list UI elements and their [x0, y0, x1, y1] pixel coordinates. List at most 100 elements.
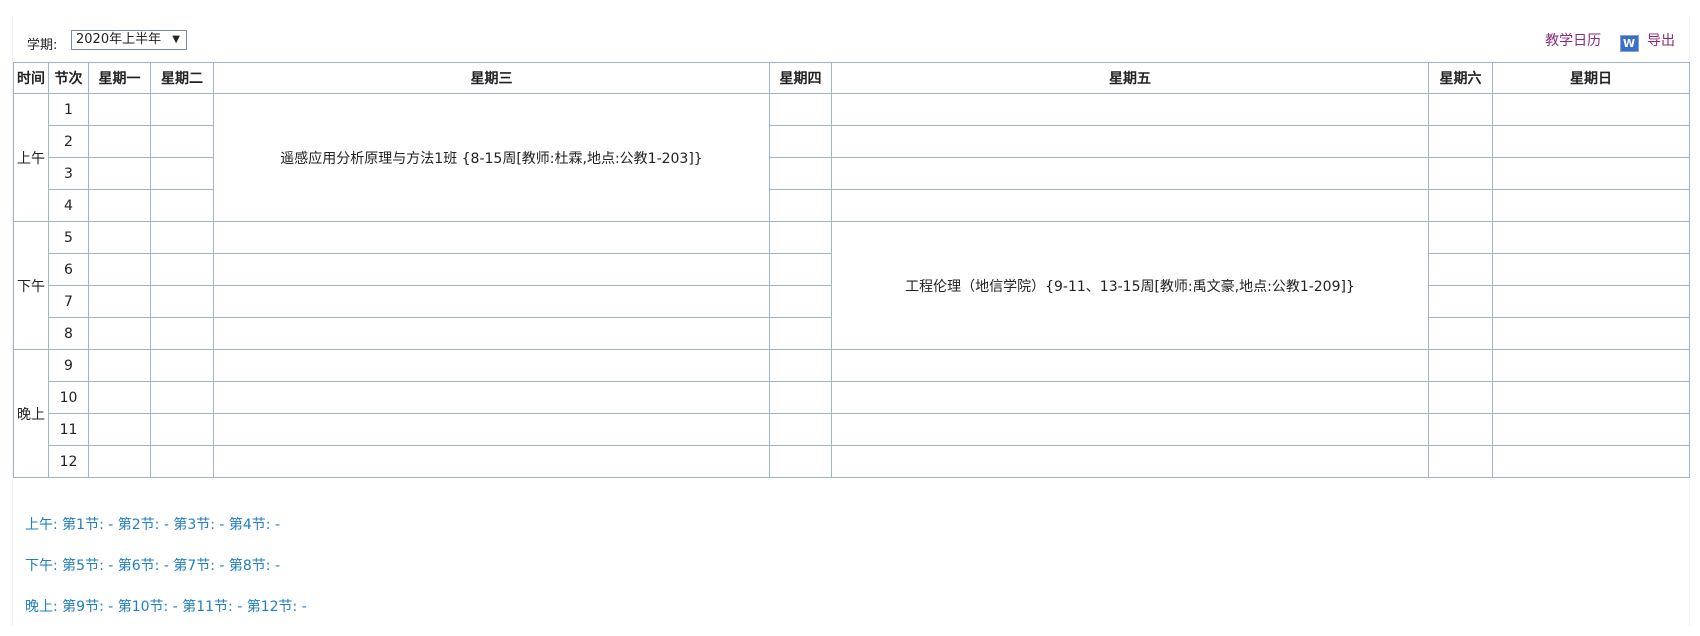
table-row: 下午 5 工程伦理（地信学院）{9-11、13-15周[教师:禹文豪,地点:公教…	[13, 221, 1690, 350]
cell-fri	[831, 93, 1429, 126]
header-wed: 星期三	[213, 62, 770, 94]
session-morning: 上午	[13, 93, 49, 222]
timetable-panel: 学期: 2020年上半年 ▼ 教学日历 W 导出 时间 节次 星期一 星期二 星…	[12, 18, 1690, 626]
period-cell: 11	[48, 413, 89, 446]
cell-sat	[1428, 349, 1493, 382]
cell-sat	[1428, 445, 1493, 478]
cell-tue	[150, 189, 214, 222]
period-cell: 6	[48, 253, 89, 286]
cell-sat	[1428, 253, 1493, 286]
course-wed[interactable]: 遥感应用分析原理与方法1班 {8-15周[教师:杜霖,地点:公教1-203]}	[213, 93, 770, 222]
period-cell: 5	[48, 221, 89, 254]
cell-thu	[769, 253, 832, 286]
cell-tue	[150, 445, 214, 478]
cell-thu	[769, 125, 832, 158]
cell-mon	[88, 349, 151, 382]
term-label: 学期:	[27, 38, 58, 53]
cell-thu	[769, 381, 832, 414]
cell-mon	[88, 189, 151, 222]
session-afternoon: 下午	[13, 221, 49, 350]
cell-sun	[1492, 93, 1690, 126]
cell-tue	[150, 349, 214, 382]
table-row: 12	[14, 445, 1690, 478]
cell-wed	[213, 349, 770, 382]
cell-sat	[1428, 125, 1493, 158]
cell-sat	[1428, 317, 1493, 350]
cell-wed	[213, 381, 770, 414]
cell-mon	[88, 125, 151, 158]
cell-sun	[1492, 189, 1690, 222]
chevron-down-icon: ▼	[172, 34, 180, 45]
teaching-calendar-link[interactable]: 教学日历	[1545, 33, 1601, 49]
cell-thu	[769, 189, 832, 222]
cell-sun	[1492, 413, 1690, 446]
cell-sun	[1492, 317, 1690, 350]
cell-sat	[1428, 221, 1493, 254]
period-times-morning: 上午: 第1节: - 第2节: - 第3节: - 第4节: -	[25, 517, 281, 533]
cell-wed	[213, 413, 770, 446]
cell-fri	[831, 445, 1429, 478]
cell-tue	[150, 317, 214, 350]
cell-fri	[831, 413, 1429, 446]
header-tue: 星期二	[150, 62, 214, 94]
table-row: 10	[14, 381, 1690, 414]
header-period: 节次	[48, 62, 89, 94]
cell-tue	[150, 125, 214, 158]
cell-fri	[831, 349, 1429, 382]
cell-sun	[1492, 349, 1690, 382]
cell-mon	[88, 445, 151, 478]
cell-tue	[150, 285, 214, 318]
term-select[interactable]: 2020年上半年 ▼	[71, 30, 187, 50]
cell-tue	[150, 253, 214, 286]
cell-sun	[1492, 445, 1690, 478]
cell-thu	[769, 317, 832, 350]
cell-tue	[150, 381, 214, 414]
period-times: 上午: 第1节: - 第2节: - 第3节: - 第4节: - 下午: 第5节:…	[25, 513, 307, 636]
period-cell: 4	[48, 189, 89, 222]
cell-thu	[769, 285, 832, 318]
cell-tue	[150, 413, 214, 446]
header-row: 时间 节次 星期一 星期二 星期三 星期四 星期五 星期六 星期日	[13, 62, 1690, 94]
period-cell: 9	[48, 349, 89, 382]
cell-sat	[1428, 189, 1493, 222]
cell-fri	[831, 125, 1429, 158]
cell-sun	[1492, 285, 1690, 318]
header-mon: 星期一	[88, 62, 151, 94]
cell-mon	[88, 253, 151, 286]
table-row: 上午 1 遥感应用分析原理与方法1班 {8-15周[教师:杜霖,地点:公教1-2…	[13, 93, 1690, 222]
cell-mon	[88, 93, 151, 126]
cell-thu	[769, 157, 832, 190]
period-cell: 3	[48, 157, 89, 190]
header-sun: 星期日	[1492, 62, 1690, 94]
cell-sat	[1428, 381, 1493, 414]
cell-tue	[150, 157, 214, 190]
cell-mon	[88, 381, 151, 414]
toolbar-links: 教学日历 W 导出	[1545, 30, 1675, 52]
toolbar: 学期: 2020年上半年 ▼ 教学日历 W 导出	[13, 18, 1689, 62]
period-cell: 10	[48, 381, 89, 414]
period-cell: 8	[48, 317, 89, 350]
cell-wed	[213, 285, 770, 318]
period-cell: 7	[48, 285, 89, 318]
cell-sat	[1428, 413, 1493, 446]
cell-mon	[88, 317, 151, 350]
cell-sun	[1492, 381, 1690, 414]
word-icon[interactable]: W	[1619, 35, 1639, 52]
table-row: 晚上 9	[13, 349, 1690, 478]
period-cell: 12	[48, 445, 89, 478]
cell-fri	[831, 157, 1429, 190]
period-cell: 1	[48, 93, 89, 126]
course-fri[interactable]: 工程伦理（地信学院）{9-11、13-15周[教师:禹文豪,地点:公教1-209…	[831, 221, 1429, 350]
export-link[interactable]: 导出	[1647, 33, 1675, 49]
cell-wed	[213, 221, 770, 254]
cell-sat	[1428, 157, 1493, 190]
cell-sun	[1492, 157, 1690, 190]
cell-wed	[213, 445, 770, 478]
cell-wed	[213, 317, 770, 350]
cell-fri	[831, 381, 1429, 414]
cell-wed	[213, 253, 770, 286]
header-time: 时间	[13, 62, 49, 94]
header-thu: 星期四	[769, 62, 832, 94]
period-cell: 2	[48, 125, 89, 158]
timetable: 时间 节次 星期一 星期二 星期三 星期四 星期五 星期六 星期日 上午 1 遥…	[13, 62, 1690, 478]
